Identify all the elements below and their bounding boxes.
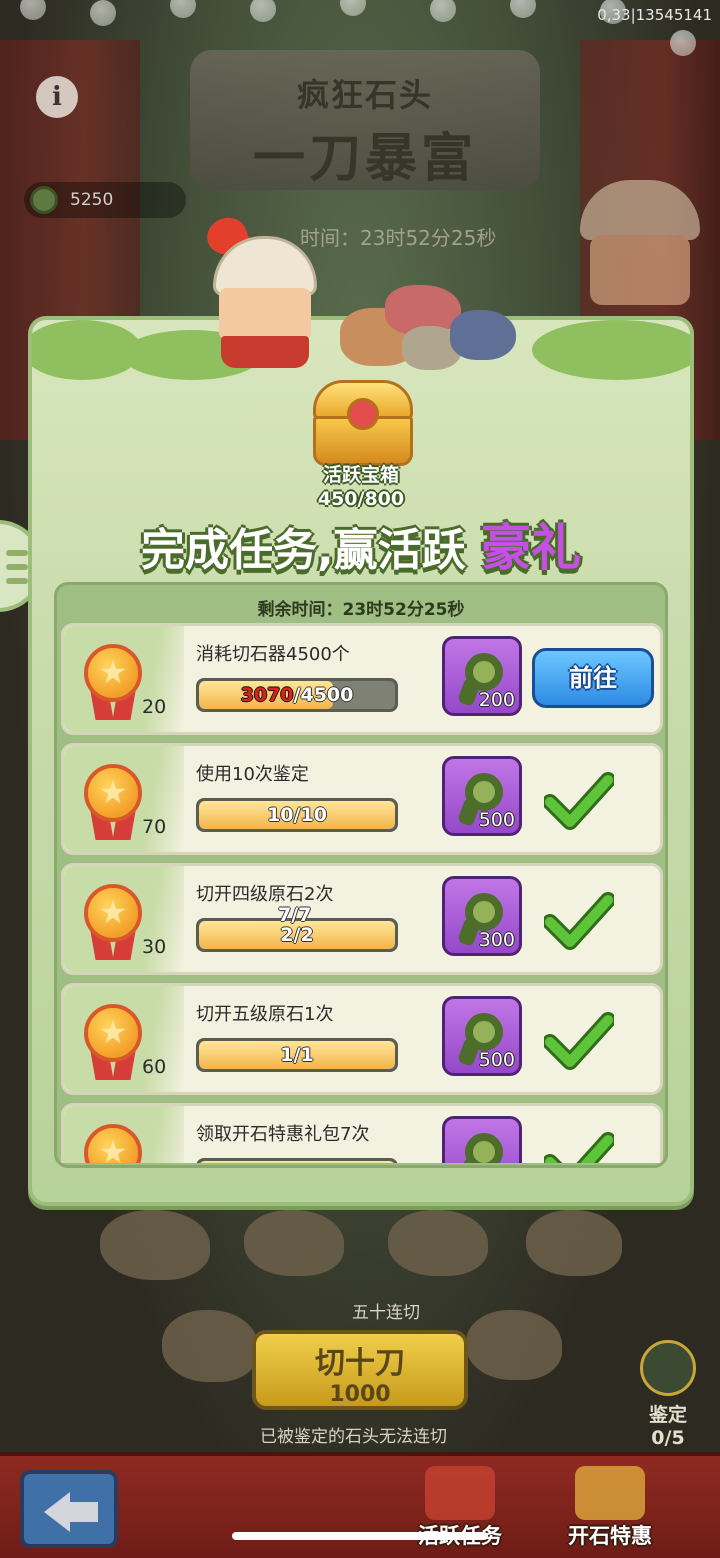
progress-current: 3070 (240, 684, 294, 706)
home-indicator[interactable] (232, 1532, 488, 1540)
task-title: 领取开石特惠礼包7次 (196, 1124, 370, 1145)
completed-check-icon (542, 1010, 616, 1070)
progress-current: 10 (267, 804, 294, 826)
reward-amount: 300 (478, 929, 515, 951)
task-title: 切开五级原石1次 (196, 1004, 334, 1025)
progress-total: 10 (300, 804, 327, 826)
modal-headline: 完成任务,赢活跃 豪礼 (32, 508, 690, 580)
merchant-character-left (202, 212, 323, 368)
task-points: 60 (142, 1056, 167, 1078)
headline-accent: 豪礼 (481, 519, 582, 577)
reward-cutter-icon[interactable]: 500 (442, 756, 522, 836)
remaining-time: 剩余时间：23时52分25秒 (257, 600, 465, 620)
progress-current: 2 (280, 924, 294, 946)
star-medal-icon: ★ (84, 1004, 142, 1086)
task-progress-bar: 10/10 (196, 798, 398, 832)
identify-button[interactable]: 鉴定 0/5 (636, 1340, 700, 1449)
info-button[interactable]: i (36, 76, 78, 118)
title-line-1: 疯狂石头 (296, 76, 433, 114)
reward-amount: 500 (478, 809, 515, 831)
version-text: 0,33|13545141 (597, 6, 712, 24)
chest-progress: 450/800 (317, 488, 405, 510)
game-title-sign: 疯狂石头 一刀暴富 (190, 50, 540, 190)
cutter-balance: 5250 (24, 182, 186, 218)
activity-tasks-icon (425, 1466, 495, 1520)
task-row: ★ 30 切开四级原石2次 2/2 300 (61, 863, 663, 975)
star-medal-icon: ★ (84, 1124, 142, 1163)
reward-cutter-icon[interactable]: 200 (442, 636, 522, 716)
task-points: 20 (142, 696, 167, 718)
bottom-nav-bar: 活跃任务 开石特惠 (0, 1452, 720, 1558)
reward-amount: 500 (478, 1049, 515, 1071)
task-points: 70 (142, 816, 167, 838)
magnifier-icon (640, 1340, 696, 1396)
task-row: ★ 领取开石特惠礼包7次 (61, 1103, 663, 1163)
background-timer: 时间：23时52分25秒 (300, 226, 497, 250)
task-title: 消耗切石器4500个 (196, 644, 350, 665)
activity-chest-icon[interactable] (307, 380, 419, 468)
task-points: 30 (142, 936, 167, 958)
star-medal-icon: ★ (84, 644, 142, 726)
task-row: ★ 70 使用10次鉴定 10/10 500 (61, 743, 663, 855)
identify-count: 0/5 (651, 1427, 685, 1449)
star-medal-icon: ★ (84, 884, 142, 966)
gift-box-icon (575, 1466, 645, 1520)
reward-cutter-icon[interactable]: 300 (442, 876, 522, 956)
progress-current: 1 (280, 1044, 294, 1066)
headline-text: 完成任务,赢活跃 (140, 525, 466, 576)
go-button[interactable]: 前往 (532, 648, 654, 708)
task-progress-bar: 1/1 (196, 1038, 398, 1072)
overflow-progress: 7/7 (278, 904, 312, 926)
cut-ten-button[interactable]: 切十刀 1000 (252, 1330, 468, 1410)
chest-label: 活跃宝箱 (322, 464, 399, 486)
tab-label: 开石特惠 (568, 1524, 652, 1548)
task-list[interactable]: ★ 20 消耗切石器4500个 3070/4500 200 前往 ★ 70 使用… (61, 623, 663, 1163)
cutter-key-icon (30, 186, 58, 214)
fifty-cut-label: 五十连切 (352, 1303, 420, 1323)
reward-amount: 200 (478, 689, 515, 711)
cut-ten-cost: 1000 (329, 1382, 391, 1407)
task-title: 切开四级原石2次 (196, 884, 334, 905)
gemstone-pile (340, 280, 520, 380)
cut-ten-label: 切十刀 (315, 1346, 405, 1381)
task-row: ★ 60 切开五级原石1次 1/1 500 (61, 983, 663, 1095)
balance-value: 5250 (70, 190, 114, 210)
activity-task-modal: 活跃宝箱 450/800 完成任务,赢活跃 豪礼 剩余时间：23时52分25秒 … (28, 316, 694, 1206)
task-progress-bar (196, 1158, 398, 1163)
tab-activity-tasks[interactable]: 活跃任务 (400, 1466, 520, 1556)
completed-check-icon (542, 770, 616, 830)
completed-check-icon (542, 890, 616, 950)
menu-icon (6, 550, 28, 556)
tab-stone-deals[interactable]: 开石特惠 (550, 1466, 670, 1556)
progress-total: 4500 (300, 684, 354, 706)
task-title: 使用10次鉴定 (196, 764, 309, 785)
identify-label: 鉴定 (648, 1404, 687, 1426)
task-panel: 剩余时间：23时52分25秒 ★ 20 消耗切石器4500个 3070/4500… (54, 582, 668, 1168)
completed-check-icon (542, 1130, 616, 1163)
chain-cut-note: 已被鉴定的石头无法连切 (260, 1427, 447, 1447)
reward-cutter-icon[interactable]: 500 (442, 996, 522, 1076)
progress-total: 2 (300, 924, 314, 946)
star-medal-icon: ★ (84, 764, 142, 846)
arrow-left-icon (44, 1492, 70, 1532)
reward-cutter-icon[interactable] (442, 1116, 522, 1163)
title-line-2: 一刀暴富 (252, 129, 477, 189)
task-row: ★ 20 消耗切石器4500个 3070/4500 200 前往 (61, 623, 663, 735)
back-button[interactable] (20, 1470, 118, 1548)
task-progress-bar: 3070/4500 (196, 678, 398, 712)
progress-total: 1 (300, 1044, 314, 1066)
